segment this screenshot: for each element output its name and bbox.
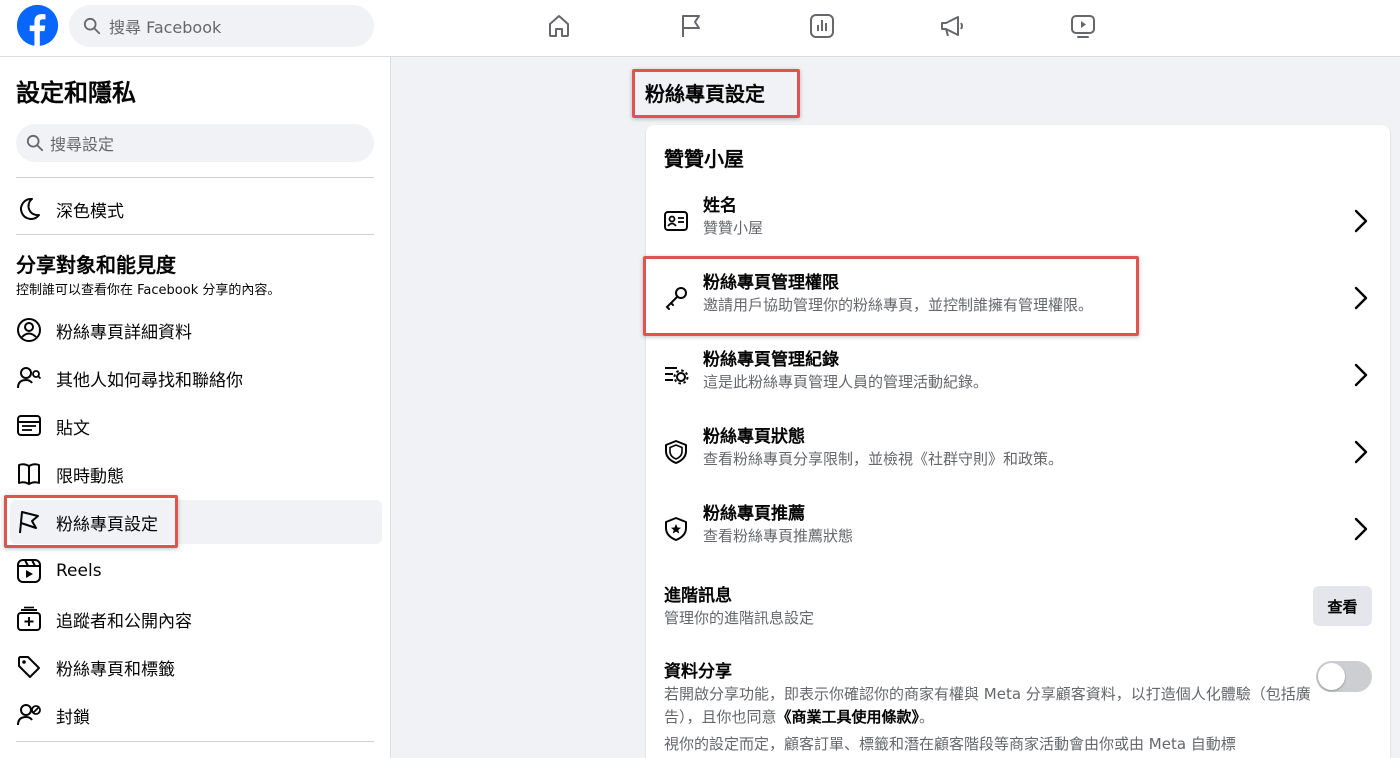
home-icon[interactable] (545, 12, 573, 40)
row-subtitle: 這是此粉絲專頁管理人員的管理活動紀錄。 (703, 373, 989, 391)
top-bar: 搜尋 Facebook (0, 0, 1400, 57)
section-title: 分享對象和能見度 (16, 253, 176, 277)
settings-row-page-recommendation[interactable]: 粉絲專頁推薦 查看粉絲專頁推薦狀態 (646, 493, 1390, 569)
sidebar-item-label: 追蹤者和公開內容 (56, 611, 192, 632)
sidebar-item-reels[interactable]: Reels (10, 549, 382, 593)
divider (16, 741, 374, 742)
facebook-search-input[interactable]: 搜尋 Facebook (69, 5, 374, 47)
page-title: 粉絲專頁設定 (645, 82, 765, 106)
sidebar-item-blocking[interactable]: 封鎖 (10, 693, 382, 737)
row-subtitle: 查看粉絲專頁分享限制，並檢視《社群守則》和政策。 (703, 450, 1064, 468)
data-sharing-text-end: 。 (919, 708, 935, 726)
toggle-knob (1318, 663, 1345, 690)
moon-icon (15, 195, 43, 223)
row-title: 粉絲專頁推薦 (703, 504, 805, 524)
settings-sidebar: 設定和隱私 搜尋設定 深色模式 分享對象和能見度 控制誰可以查看你在 Faceb… (0, 57, 391, 758)
settings-row-page-access[interactable]: 粉絲專頁管理權限 邀請用戶協助管理你的粉絲專頁，並控制誰擁有管理權限。 (646, 262, 1390, 338)
sidebar-item-find-contact[interactable]: 其他人如何尋找和聯絡你 (10, 356, 382, 400)
data-sharing-text: 若開啟分享功能，即表示你確認你的商家有權與 Meta 分享顧客資料，以打造個人化… (664, 685, 1311, 726)
row-title: 粉絲專頁管理紀錄 (703, 350, 839, 370)
tag-icon (15, 653, 43, 681)
posts-icon (15, 412, 43, 440)
data-sharing-toggle[interactable] (1316, 661, 1372, 692)
key-icon (662, 284, 690, 312)
settings-card: 贊贊小屋 姓名 贊贊小屋 粉絲專頁管理權限 邀請用戶協助管理你的粉絲專頁，並控制… (646, 125, 1390, 758)
business-terms-link[interactable]: 《商業工具使用條款》 (777, 708, 920, 726)
data-sharing-description: 若開啟分享功能，即表示你確認你的商家有權與 Meta 分享顧客資料，以打造個人化… (664, 683, 1314, 729)
card-title: 贊贊小屋 (664, 147, 744, 171)
settings-row-name[interactable]: 姓名 贊贊小屋 (646, 185, 1390, 261)
sidebar-item-label: Reels (56, 561, 102, 581)
profile-icon (15, 316, 43, 344)
sidebar-item-label: 其他人如何尋找和聯絡你 (56, 370, 243, 391)
row-subtitle: 查看粉絲專頁推薦狀態 (703, 527, 854, 545)
sidebar-item-label: 粉絲專頁詳細資料 (56, 322, 192, 343)
people-search-icon (15, 364, 43, 392)
sidebar-item-label: 粉絲專頁和標籤 (56, 659, 175, 680)
sidebar-title: 設定和隱私 (16, 79, 136, 107)
sidebar-item-dark-mode[interactable]: 深色模式 (10, 187, 382, 231)
sidebar-item-label: 限時動態 (56, 466, 124, 487)
row-title: 姓名 (703, 196, 737, 216)
reels-icon (15, 557, 43, 585)
search-placeholder: 搜尋 Facebook (109, 18, 222, 37)
data-sharing-title: 資料分享 (664, 662, 732, 682)
settings-search-input[interactable]: 搜尋設定 (16, 124, 374, 162)
advanced-messaging-subtitle: 管理你的進階訊息設定 (664, 609, 815, 627)
chevron-right-icon (1354, 517, 1368, 541)
chevron-right-icon (1354, 286, 1368, 310)
sidebar-item-page-settings[interactable]: 粉絲專頁設定 (10, 500, 382, 544)
flag-icon (15, 508, 43, 536)
row-subtitle: 邀請用戶協助管理你的粉絲專頁，並控制誰擁有管理權限。 (703, 296, 1094, 314)
megaphone-icon[interactable] (938, 12, 966, 40)
section-subtitle: 控制誰可以查看你在 Facebook 分享的內容。 (16, 283, 281, 298)
divider (16, 177, 374, 178)
row-title: 粉絲專頁管理權限 (703, 273, 839, 293)
sidebar-item-label: 粉絲專頁設定 (56, 514, 158, 535)
search-icon (83, 17, 101, 35)
sidebar-item-posts[interactable]: 貼文 (10, 404, 382, 448)
view-button[interactable]: 查看 (1313, 586, 1372, 626)
book-icon (15, 460, 43, 488)
settings-search-placeholder: 搜尋設定 (50, 135, 115, 154)
insights-icon[interactable] (808, 12, 836, 40)
shield-icon (662, 438, 690, 466)
row-title: 粉絲專頁狀態 (703, 427, 805, 447)
video-icon[interactable] (1069, 12, 1097, 40)
search-icon (26, 134, 44, 152)
sidebar-item-label: 貼文 (56, 418, 90, 439)
sidebar-item-followers[interactable]: 追蹤者和公開內容 (10, 597, 382, 641)
advanced-messaging-title: 進階訊息 (664, 586, 732, 606)
id-card-icon (662, 207, 690, 235)
sidebar-item-label: 封鎖 (56, 707, 90, 728)
settings-row-activity-log[interactable]: 粉絲專頁管理紀錄 這是此粉絲專頁管理人員的管理活動紀錄。 (646, 339, 1390, 415)
chevron-right-icon (1354, 209, 1368, 233)
divider (16, 234, 374, 235)
add-follower-icon (15, 605, 43, 633)
activity-log-icon (662, 361, 690, 389)
block-icon (15, 701, 43, 729)
sidebar-item-stories[interactable]: 限時動態 (10, 452, 382, 496)
flag-icon[interactable] (677, 12, 705, 40)
sidebar-item-page-details[interactable]: 粉絲專頁詳細資料 (10, 308, 382, 352)
row-subtitle: 贊贊小屋 (703, 219, 764, 237)
star-shield-icon (662, 515, 690, 543)
sidebar-item-tags[interactable]: 粉絲專頁和標籤 (10, 645, 382, 689)
chevron-right-icon (1354, 363, 1368, 387)
sidebar-item-label: 深色模式 (56, 201, 124, 222)
facebook-logo[interactable] (15, 3, 60, 48)
settings-row-page-status[interactable]: 粉絲專頁狀態 查看粉絲專頁分享限制，並檢視《社群守則》和政策。 (646, 416, 1390, 492)
chevron-right-icon (1354, 440, 1368, 464)
data-sharing-description-2: 視你的設定而定，顧客訂單、標籤和潛在顧客階段等商家活動會由你或由 Meta 自動… (664, 735, 1236, 753)
